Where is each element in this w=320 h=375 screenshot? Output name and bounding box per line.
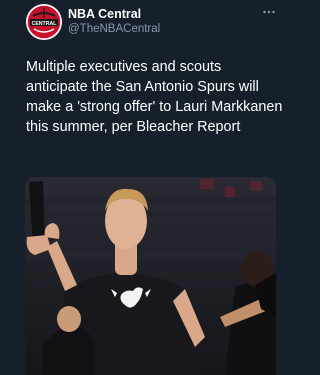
author-handle[interactable]: @TheNBACentral xyxy=(68,23,160,35)
ellipsis-icon[interactable] xyxy=(262,6,276,18)
avatar[interactable]: CENTRAL xyxy=(26,4,62,40)
tweet-media-photo[interactable] xyxy=(25,177,276,375)
author-name[interactable]: NBA Central xyxy=(68,7,141,21)
basketball-player-photo xyxy=(25,177,276,375)
tweet-card[interactable]: CENTRAL NBA Central @TheNBACentral Multi… xyxy=(0,0,300,375)
svg-text:CENTRAL: CENTRAL xyxy=(32,21,58,27)
tweet-text: Multiple executives and scouts anticipat… xyxy=(26,59,283,135)
nba-central-logo: CENTRAL xyxy=(26,4,62,40)
